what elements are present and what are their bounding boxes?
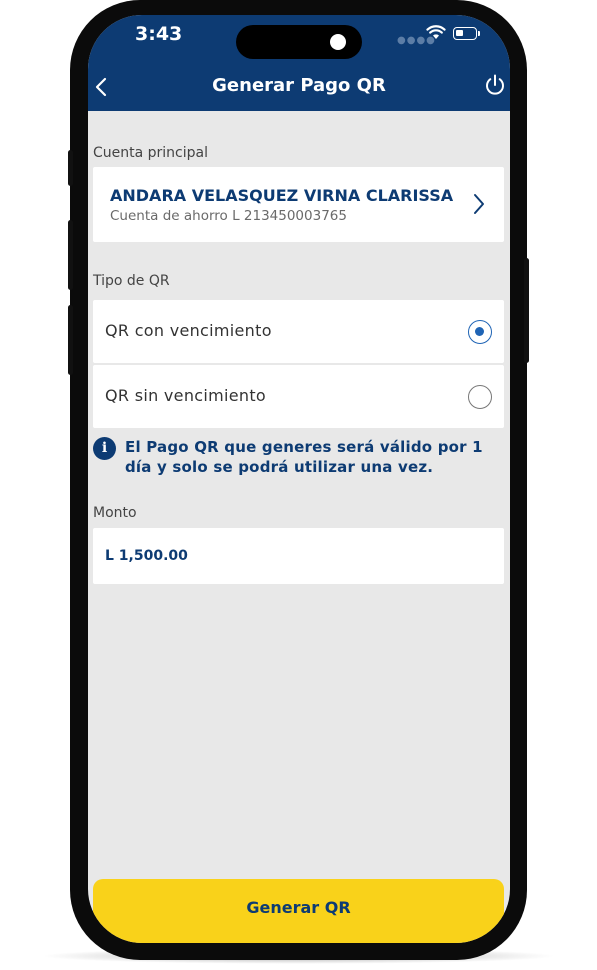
amount-section-label: Monto [93, 505, 137, 521]
account-section-label: Cuenta principal [93, 145, 209, 161]
side-button-left-1 [68, 150, 73, 186]
qr-option-con-vencimiento[interactable]: QR con vencimiento [93, 300, 504, 363]
side-button-right [524, 258, 529, 363]
account-card[interactable]: ANDARA VELASQUEZ VIRNA CLARISSA Cuenta d… [93, 167, 504, 242]
radio-unselected[interactable] [468, 385, 492, 409]
qr-option-label: QR sin vencimiento [105, 386, 266, 405]
account-detail: Cuenta de ahorro L 213450003765 [110, 208, 347, 224]
dynamic-island [236, 25, 362, 59]
qr-option-label: QR con vencimiento [105, 321, 272, 340]
power-icon[interactable] [484, 73, 506, 97]
side-button-left-2 [68, 220, 73, 290]
generate-qr-button[interactable]: Generar QR [93, 879, 504, 943]
amount-value: L 1,500.00 [105, 548, 188, 564]
page-title: Generar Pago QR [212, 75, 386, 96]
app-header: 3:43 ●●●● Generar Pago QR [88, 15, 510, 111]
qr-option-sin-vencimiento[interactable]: QR sin vencimiento [93, 365, 504, 428]
radio-selected[interactable] [468, 320, 492, 344]
app-screen: 3:43 ●●●● Generar Pago QR Cuenta princip… [88, 15, 510, 943]
status-time: 3:43 [135, 23, 183, 45]
qr-type-section-label: Tipo de QR [93, 273, 170, 289]
info-icon: i [93, 437, 116, 460]
camera-dot [330, 34, 346, 50]
account-holder-name: ANDARA VELASQUEZ VIRNA CLARISSA [110, 186, 454, 205]
battery-icon [453, 27, 480, 40]
chevron-right-icon [474, 194, 484, 214]
amount-field[interactable]: L 1,500.00 [93, 528, 504, 584]
info-message: El Pago QR que generes será válido por 1… [125, 438, 483, 476]
side-button-left-3 [68, 305, 73, 375]
wifi-icon [426, 25, 446, 39]
